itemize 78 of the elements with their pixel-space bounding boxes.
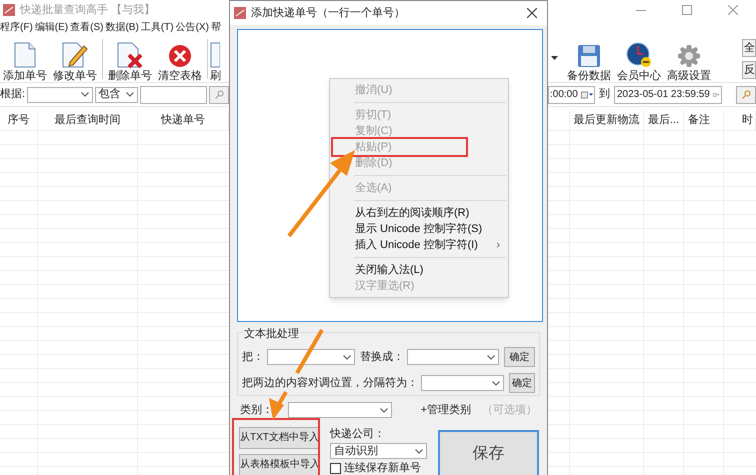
app-logo-icon — [3, 4, 15, 16]
document-cross-icon — [117, 42, 143, 68]
dropdown-caret-icon — [380, 408, 388, 413]
match-dropdown[interactable]: 包含 — [94, 86, 138, 102]
date-to-field[interactable]: 2023-05-01 23:59:59 — [614, 86, 722, 104]
toolbar-button[interactable]: 删除单号 — [105, 36, 155, 82]
replace-with-dropdown[interactable] — [407, 349, 500, 365]
toolbar-button[interactable]: 修改单号 — [50, 36, 100, 82]
menu-item[interactable]: 关闭输入法(L) — [330, 262, 508, 278]
toolbar-button[interactable]: 高级设置 — [664, 36, 714, 82]
side-button[interactable]: 反 — [742, 61, 756, 79]
dialog-title: 添加快递单号（一行一个单号） — [251, 6, 405, 21]
menu-item[interactable]: 显示 Unicode 控制字符(S) — [330, 221, 508, 237]
dropdown-caret-icon — [80, 92, 89, 97]
confirm-button[interactable]: 确定 — [508, 373, 535, 393]
window-title: 快递批量查询高手 【与我】 — [20, 2, 156, 18]
search-button[interactable] — [209, 86, 229, 104]
date-from-field[interactable]: :00:00 — [548, 86, 595, 104]
confirm-button[interactable]: 确定 — [504, 347, 535, 367]
dropdown-caret-icon[interactable] — [551, 56, 558, 60]
dropdown-caret-icon — [487, 354, 496, 360]
dropdown-caret-icon — [415, 448, 423, 454]
category-dropdown[interactable] — [288, 402, 392, 418]
menu-item[interactable]: 从右到左的阅读顺序(R) — [330, 205, 508, 221]
save-button[interactable]: 保存 — [438, 430, 539, 475]
search-icon — [214, 90, 224, 99]
replace-dropdown[interactable] — [267, 349, 356, 365]
column-header[interactable]: 最后... — [644, 111, 684, 130]
column-header[interactable]: 序号 — [0, 111, 38, 130]
dropdown-caret-icon — [492, 380, 500, 386]
cross-circle-icon — [168, 44, 192, 68]
separator-dropdown[interactable] — [421, 375, 504, 391]
toolbar-button[interactable]: 清空表格 — [155, 36, 205, 82]
filter-label: 根据: — [0, 87, 26, 102]
document-icon — [14, 42, 36, 68]
column-header[interactable]: 最后更新物流 — [570, 111, 644, 130]
field-dropdown[interactable] — [27, 86, 93, 102]
toolbar-button[interactable]: 添加单号 — [0, 36, 50, 82]
courier-label: 快递公司： — [330, 426, 386, 442]
side-button[interactable]: 全 — [742, 39, 756, 57]
replace-label: 把： — [242, 350, 264, 365]
menu-item[interactable]: 帮 — [210, 23, 221, 33]
submenu-arrow: › — [496, 238, 500, 253]
menu-item[interactable]: 程序(F) — [0, 23, 33, 33]
column-header[interactable]: 最后查询时间 — [38, 111, 138, 130]
search-button[interactable] — [736, 86, 756, 104]
gear-icon — [677, 44, 701, 68]
search-icon — [742, 90, 750, 99]
close-icon — [527, 8, 537, 18]
continuous-save-checkbox[interactable]: 连续保存新单号 — [330, 460, 427, 475]
menu-item[interactable]: 编辑(E) — [34, 23, 68, 33]
column-header[interactable]: 时 — [724, 111, 756, 130]
menu-item[interactable]: 插入 Unicode 控制字符(I) › — [330, 237, 508, 253]
document-pencil-icon — [62, 42, 88, 68]
dropdown-caret-icon — [343, 354, 352, 360]
toolbar-button[interactable]: 刷 — [210, 36, 221, 82]
menu-item[interactable]: 工具(T) — [140, 23, 174, 33]
close-icon — [728, 5, 738, 15]
optional-hint: （可选项） — [482, 403, 537, 418]
courier-dropdown[interactable]: 自动识别 — [330, 443, 427, 459]
app-logo-icon — [234, 7, 246, 19]
replace-with-label: 替换成： — [360, 350, 404, 365]
to-label: 到 — [599, 87, 610, 102]
document-icon — [210, 42, 220, 68]
search-field[interactable] — [140, 86, 208, 104]
menu-item[interactable]: 查看(S) — [70, 23, 104, 33]
import-txt-button[interactable]: 从TXT文档中导入 — [239, 426, 319, 448]
toolbar-button[interactable]: 备份数据 — [564, 36, 614, 82]
column-header[interactable]: 备注 — [684, 111, 724, 130]
calendar-icon — [712, 90, 719, 98]
toolbar-button[interactable]: 会员中心 — [614, 36, 664, 82]
manage-categories-link[interactable]: +管理类别 — [420, 402, 471, 418]
calendar-icon — [580, 90, 593, 98]
clock-icon — [626, 42, 652, 68]
menu-item[interactable]: 数据(B) — [105, 23, 139, 33]
dropdown-caret-icon — [126, 92, 134, 97]
maximize-icon — [682, 5, 692, 15]
menu-item[interactable]: 公告(X) — [176, 23, 209, 33]
